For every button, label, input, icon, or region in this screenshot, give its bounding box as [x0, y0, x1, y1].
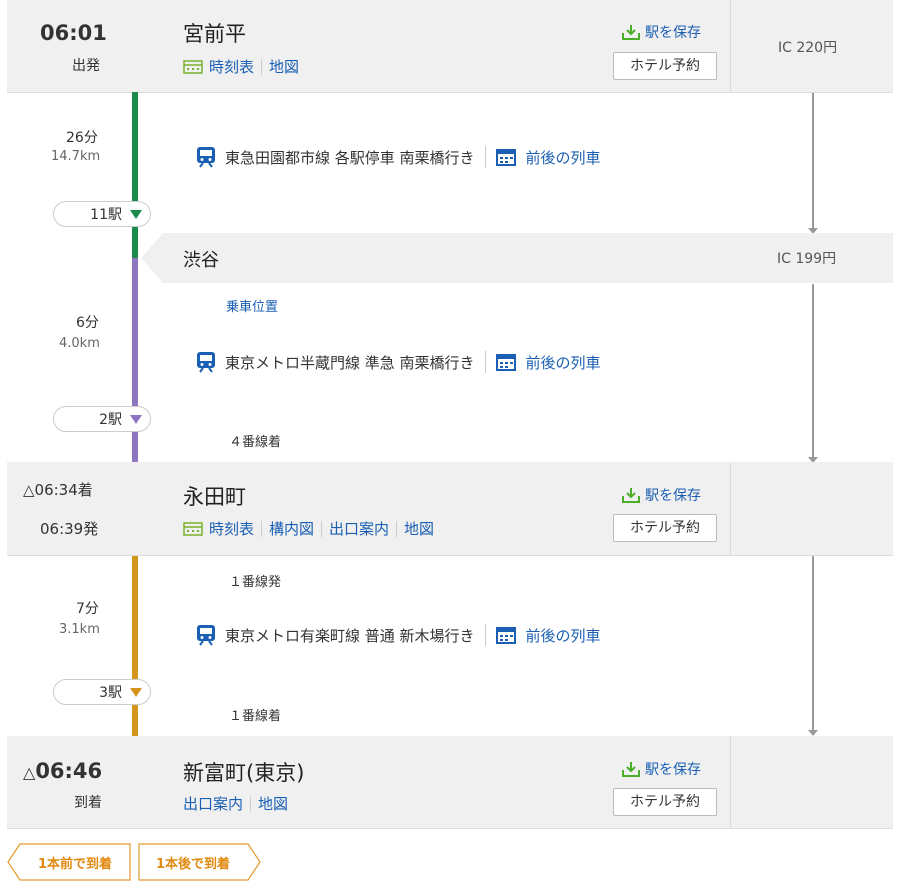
- chevron-down-icon: [130, 209, 142, 219]
- map-link[interactable]: 地図: [404, 518, 434, 539]
- segment-distance: 3.1km: [59, 622, 100, 637]
- segment-duration: 7分: [76, 601, 99, 617]
- nearby-trains-link[interactable]: 前後の列車: [526, 352, 601, 373]
- chevron-down-icon: [130, 687, 142, 697]
- stops-toggle[interactable]: 3駅: [53, 679, 151, 705]
- train-line-row: 東急田園都市線 各駅停車 南栗橋行き 前後の列車: [196, 146, 601, 168]
- station-name[interactable]: 宮前平: [183, 18, 246, 48]
- segment-distance: 4.0km: [59, 336, 100, 351]
- train-icon: [197, 352, 215, 373]
- station-name[interactable]: 永田町: [183, 481, 246, 511]
- station-name[interactable]: 新富町(東京): [183, 757, 304, 787]
- save-station-button[interactable]: 駅を保存: [622, 759, 701, 779]
- timetable-icon: [183, 521, 203, 536]
- stops-toggle[interactable]: 2駅: [53, 406, 151, 432]
- line-name[interactable]: 東急田園都市線 各駅停車 南栗橋行き: [225, 147, 475, 168]
- calendar-icon: [495, 627, 516, 644]
- departure-time: 06:39発: [40, 520, 99, 538]
- station-row-nagatacho: [7, 462, 893, 555]
- fare-arrow: [812, 284, 814, 458]
- download-icon: [622, 762, 640, 777]
- station-map-link[interactable]: 構内図: [269, 518, 314, 539]
- route-line-3: [132, 556, 138, 736]
- fare-label: IC 220円: [778, 40, 838, 56]
- arrival-time: △06:46: [23, 759, 103, 783]
- station-links: 時刻表 構内図 出口案内 地図: [183, 518, 434, 539]
- download-icon: [622, 488, 640, 503]
- calendar-icon: [495, 149, 516, 166]
- route-line-1: [132, 92, 138, 258]
- transfer-station-name[interactable]: 渋谷: [183, 246, 219, 272]
- line-name[interactable]: 東京メトロ有楽町線 普通 新木場行き: [225, 625, 475, 646]
- station-row-shintomicho: [7, 736, 893, 828]
- hotel-reserve-button[interactable]: ホテル予約: [613, 52, 717, 80]
- station-links: 出口案内 地図: [183, 793, 288, 814]
- map-link[interactable]: 地図: [258, 793, 288, 814]
- nearby-trains-link[interactable]: 前後の列車: [526, 625, 601, 646]
- save-station-button[interactable]: 駅を保存: [622, 485, 701, 505]
- timetable-link[interactable]: 時刻表: [209, 56, 254, 77]
- arrival-time: △06:34着: [23, 481, 93, 499]
- line-name[interactable]: 東京メトロ半蔵門線 準急 南栗橋行き: [225, 352, 475, 373]
- station-links: 時刻表 地図: [183, 56, 299, 77]
- arrival-track: ４番線着: [229, 435, 282, 450]
- timetable-link[interactable]: 時刻表: [209, 518, 254, 539]
- hotel-reserve-button[interactable]: ホテル予約: [613, 788, 717, 816]
- download-icon: [622, 25, 640, 40]
- arrival-track: １番線着: [229, 709, 282, 724]
- arrival-label: 到着: [74, 795, 102, 811]
- next-arrival-button[interactable]: 1本後で到着: [139, 853, 247, 872]
- hotel-reserve-button[interactable]: ホテル予約: [613, 514, 717, 542]
- train-icon: [197, 625, 215, 646]
- exit-guide-link[interactable]: 出口案内: [329, 518, 389, 539]
- prev-arrival-button[interactable]: 1本前で到着: [20, 853, 130, 872]
- transfer-fare: IC 199円: [777, 251, 837, 267]
- train-line-row: 東京メトロ半蔵門線 準急 南栗橋行き 前後の列車: [196, 351, 601, 373]
- train-line-row: 東京メトロ有楽町線 普通 新木場行き 前後の列車: [196, 624, 601, 646]
- station-row-miyamaedaira: [7, 0, 893, 92]
- fare-arrow: [812, 93, 814, 228]
- departure-track: １番線発: [229, 575, 282, 590]
- boarding-position-link[interactable]: 乗車位置: [226, 296, 278, 315]
- timetable-icon: [183, 59, 203, 74]
- nearby-trains-link[interactable]: 前後の列車: [526, 147, 601, 168]
- segment-distance: 14.7km: [51, 149, 101, 164]
- map-link[interactable]: 地図: [269, 56, 299, 77]
- segment-duration: 26分: [66, 130, 98, 146]
- fare-arrow: [812, 556, 814, 731]
- stops-toggle[interactable]: 11駅: [53, 201, 151, 227]
- exit-guide-link[interactable]: 出口案内: [183, 793, 243, 814]
- segment-duration: 6分: [76, 315, 99, 331]
- departure-label: 出発: [72, 58, 100, 74]
- train-icon: [197, 147, 215, 168]
- chevron-down-icon: [130, 414, 142, 424]
- calendar-icon: [495, 354, 516, 371]
- departure-time: 06:01: [40, 21, 107, 45]
- save-station-button[interactable]: 駅を保存: [622, 22, 701, 42]
